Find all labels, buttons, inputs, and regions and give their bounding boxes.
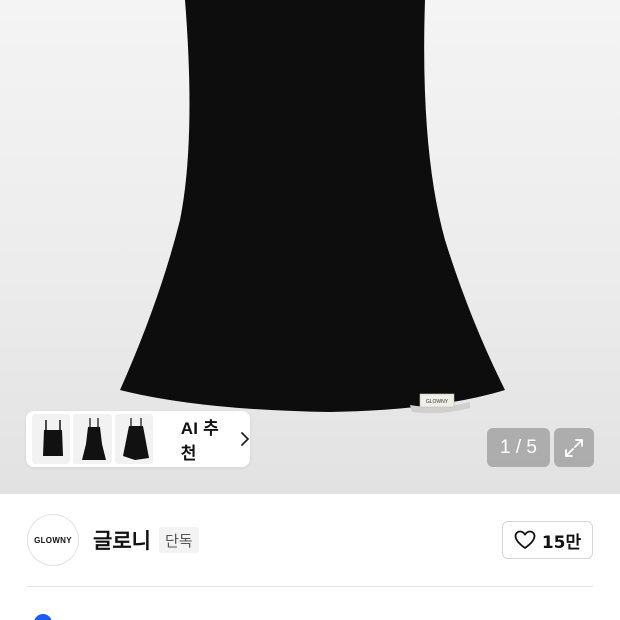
brand-logo[interactable]: GLOWNY [27,514,79,566]
ai-recommend-label: AI 추천 [180,419,219,463]
product-image-gallery[interactable]: GLOWNY AI 추천 1 / 5 [0,0,620,494]
asymmetric-skirt-icon[interactable] [114,414,153,464]
image-counter: 1 / 5 [487,428,550,467]
square-neck-top-icon[interactable] [32,414,71,464]
expand-icon [565,438,583,457]
fullscreen-button[interactable] [554,428,594,467]
like-button[interactable]: 15만 [502,521,593,559]
dress-tag-text: GLOWNY [426,399,449,405]
like-count: 15만 [541,532,582,553]
divider [27,586,593,587]
ai-recommend-card[interactable]: AI 추천 [26,411,250,467]
chevron-right-icon [240,431,250,447]
exclusive-badge: 단독 [159,527,199,553]
cami-dress-icon[interactable] [73,414,112,464]
brand-row: GLOWNY 글로니 단독 15만 [0,494,620,586]
brand-name[interactable]: 글로니 [93,525,151,555]
heart-icon [514,530,536,549]
info-icon [34,614,52,620]
